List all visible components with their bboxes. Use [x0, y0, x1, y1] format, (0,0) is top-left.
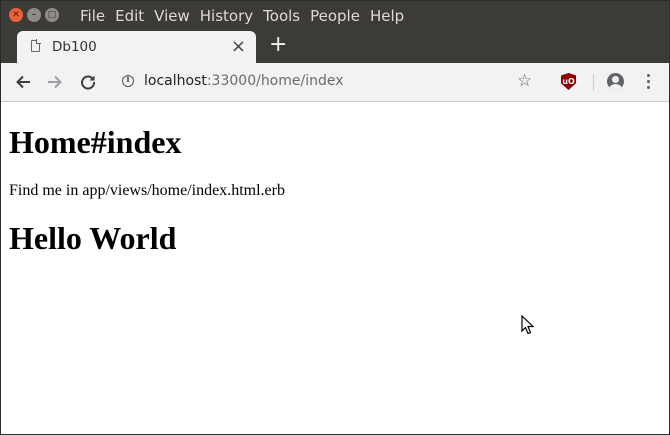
menu-view[interactable]: View — [154, 7, 190, 25]
back-arrow-icon — [16, 75, 30, 89]
page-icon — [31, 39, 41, 52]
menu-people[interactable]: People — [310, 7, 360, 25]
toolbar-separator — [593, 74, 594, 91]
back-button[interactable] — [12, 71, 34, 93]
tab-active[interactable]: Db100 × — [17, 31, 256, 63]
menu-help[interactable]: Help — [370, 7, 404, 25]
reload-button[interactable] — [77, 71, 99, 93]
title-bar: ✕ – □ File Edit View History Tools Peopl… — [1, 1, 669, 63]
window-minimize-button[interactable]: – — [27, 8, 41, 22]
window-maximize-button[interactable]: □ — [45, 8, 59, 22]
menu-kebab-icon[interactable] — [647, 74, 650, 92]
mouse-cursor-icon — [521, 315, 535, 335]
menu-file[interactable]: File — [80, 7, 105, 25]
forward-button[interactable] — [44, 71, 66, 93]
tab-close-icon[interactable]: × — [231, 36, 246, 57]
menu-bar: File Edit View History Tools People Help — [80, 7, 414, 25]
window-close-button[interactable]: ✕ — [9, 8, 23, 22]
new-tab-button[interactable]: + — [269, 34, 287, 56]
info-icon[interactable]: i — [122, 75, 134, 87]
page-heading: Home#index — [9, 124, 182, 160]
menu-history[interactable]: History — [200, 7, 253, 25]
address-bar[interactable]: i localhost:33000/home/index — [111, 67, 551, 97]
menu-tools[interactable]: Tools — [263, 7, 300, 25]
reload-icon — [81, 75, 96, 90]
forward-arrow-icon — [48, 75, 62, 89]
hello-heading: Hello World — [9, 220, 177, 256]
profile-avatar-icon[interactable] — [607, 73, 624, 90]
url-path: :33000/home/index — [206, 73, 344, 89]
page-content: Home#index Find me in app/views/home/ind… — [1, 102, 669, 434]
window-controls: ✕ – □ — [9, 8, 59, 22]
page-paragraph: Find me in app/views/home/index.html.erb — [9, 182, 285, 199]
bookmark-star-icon[interactable]: ☆ — [517, 71, 532, 91]
url-text[interactable]: localhost:33000/home/index — [144, 73, 344, 89]
ublock-extension-icon[interactable]: uO — [561, 73, 576, 90]
navigation-toolbar: i localhost:33000/home/index ☆ uO — [1, 63, 669, 102]
tab-title: Db100 — [52, 39, 97, 55]
browser-window: ✕ – □ File Edit View History Tools Peopl… — [0, 0, 670, 435]
url-host: localhost — [144, 73, 207, 89]
menu-edit[interactable]: Edit — [115, 7, 144, 25]
